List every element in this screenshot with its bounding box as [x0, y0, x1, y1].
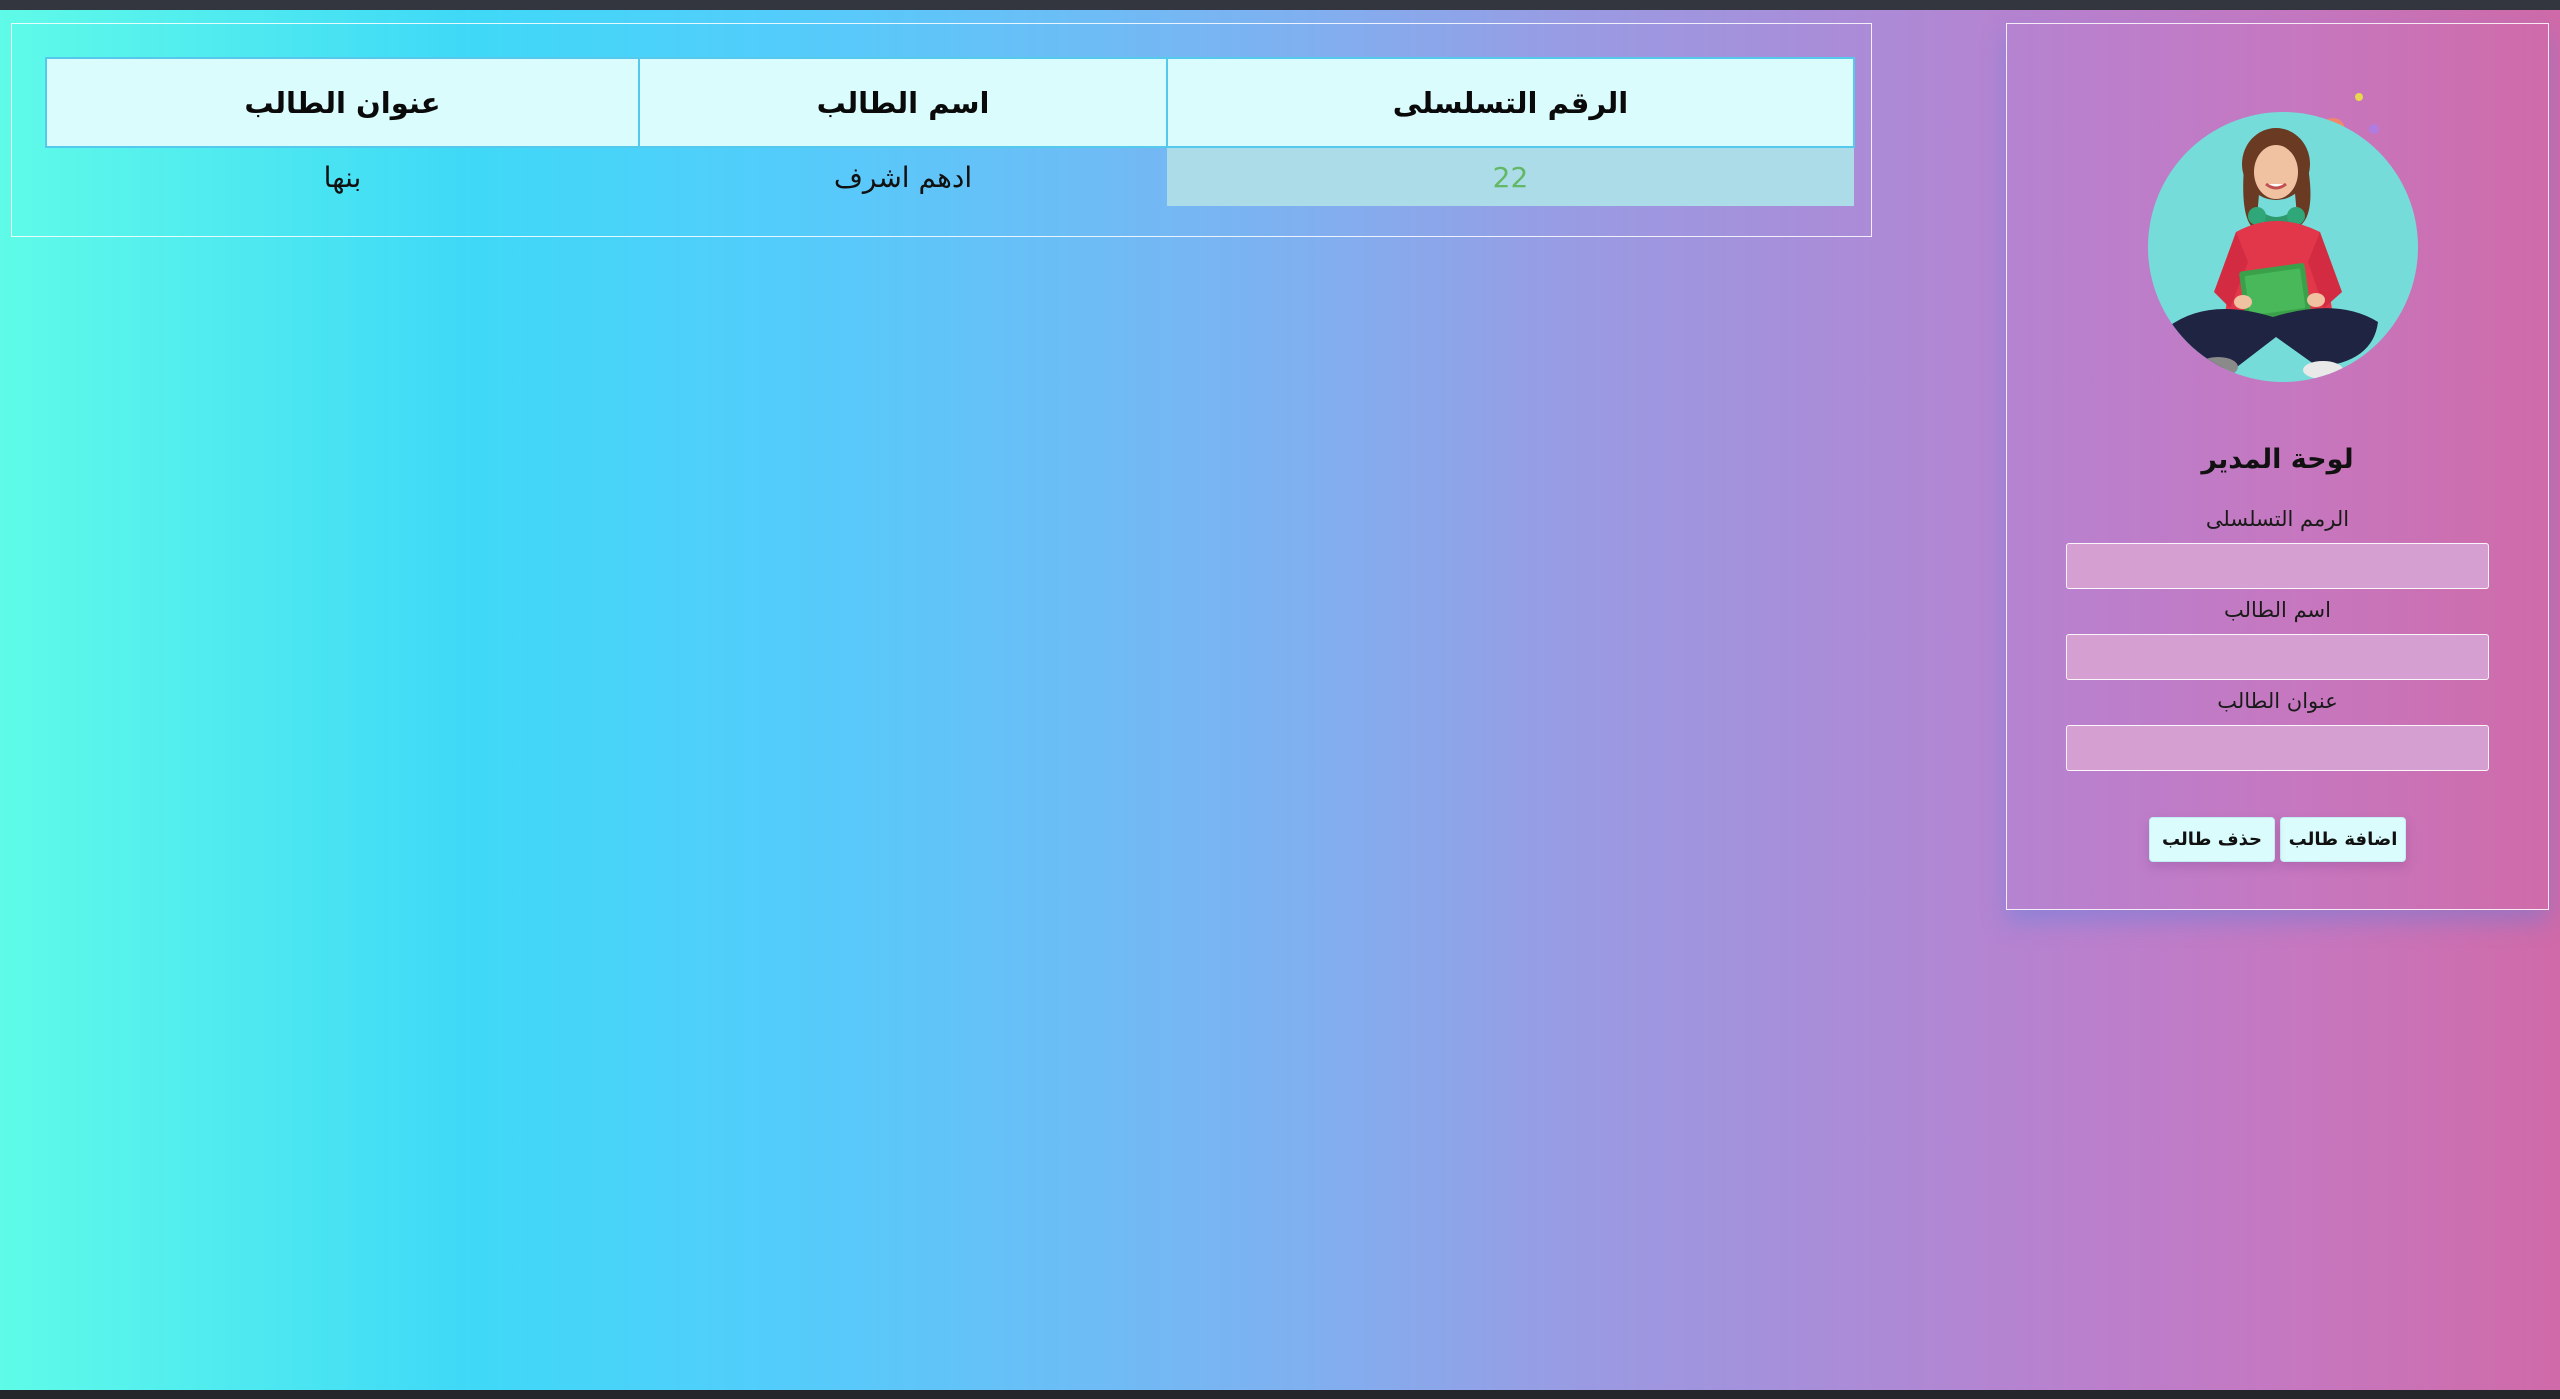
- table-row[interactable]: 22 ادهم اشرف بنها: [46, 147, 1854, 206]
- student-name-input[interactable]: [2066, 634, 2489, 680]
- admin-panel: لوحة المدير الرمم التسلسلى اسم الطالب عن…: [2006, 23, 2549, 910]
- cell-student-name: ادهم اشرف: [833, 160, 973, 194]
- students-table-panel: الرقم التسلسلى اسم الطالب عنوان الطالب 2…: [11, 23, 1872, 237]
- student-name-label: اسم الطالب: [2224, 598, 2331, 622]
- serial-label: الرمم التسلسلى: [2205, 507, 2350, 531]
- header-student-name: اسم الطالب: [638, 57, 1168, 148]
- add-student-button[interactable]: اضافة طالب: [2280, 817, 2406, 862]
- header-student-address: عنوان الطالب: [45, 57, 640, 148]
- student-address-input[interactable]: [2066, 725, 2489, 771]
- window-top-bar: [0, 0, 2560, 10]
- cell-student-address: بنها: [323, 160, 362, 194]
- window-bottom-bar: [0, 1390, 2560, 1399]
- serial-input[interactable]: [2066, 543, 2489, 589]
- header-serial: الرقم التسلسلى: [1166, 57, 1855, 148]
- decorative-dot: [2355, 93, 2363, 101]
- cell-serial: 22: [1167, 147, 1854, 206]
- panel-title: لوحة المدير: [2201, 444, 2354, 475]
- decorative-dot: [2369, 124, 2379, 134]
- student-illustration-icon: [2168, 128, 2378, 379]
- avatar: [2137, 90, 2418, 400]
- students-table: الرقم التسلسلى اسم الطالب عنوان الطالب 2…: [45, 57, 1855, 206]
- student-address-label: عنوان الطالب: [2217, 689, 2338, 713]
- avatar-image: [2148, 112, 2418, 382]
- table-header-row: الرقم التسلسلى اسم الطالب عنوان الطالب: [45, 57, 1855, 148]
- delete-student-button[interactable]: حذف طالب: [2149, 817, 2275, 862]
